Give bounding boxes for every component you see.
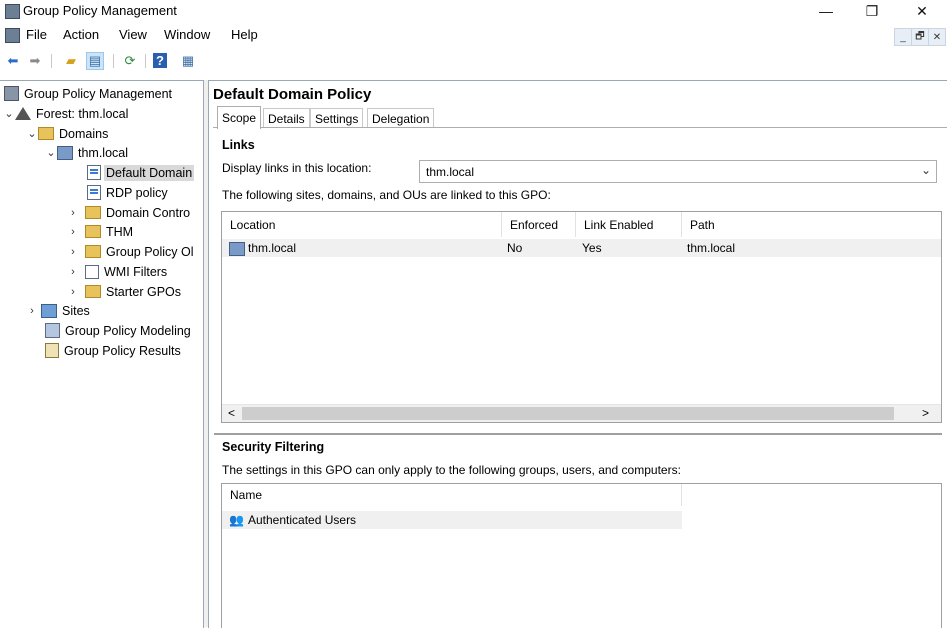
- close-button[interactable]: ✕: [899, 0, 945, 22]
- links-section-title: Links: [222, 138, 255, 152]
- tree-item-thm[interactable]: › THM: [67, 222, 133, 241]
- menu-window[interactable]: Window: [164, 27, 210, 42]
- security-filtering-table: Name 👥 Authenticated Users: [221, 483, 942, 628]
- window-title: Group Policy Management: [23, 3, 177, 18]
- gpo-details-pane: Default Domain Policy Scope Details Sett…: [208, 80, 947, 628]
- forward-arrow-icon[interactable]: ➡: [26, 52, 44, 70]
- chevron-right-icon[interactable]: ›: [67, 246, 79, 258]
- chevron-right-icon[interactable]: ›: [67, 207, 79, 219]
- mdi-minimize-button[interactable]: _: [894, 28, 912, 46]
- gpo-title: Default Domain Policy: [213, 86, 372, 103]
- tab-underline: [213, 127, 947, 128]
- tab-delegation[interactable]: Delegation: [367, 108, 435, 128]
- tree-item-group-policy-objects[interactable]: › Group Policy Ol: [67, 242, 193, 261]
- domains-folder-icon: [38, 127, 54, 140]
- row-location: thm.local: [248, 241, 297, 255]
- column-header-path[interactable]: Path: [682, 212, 941, 237]
- chevron-right-icon[interactable]: ›: [67, 226, 79, 238]
- back-arrow-icon[interactable]: ⬅: [4, 52, 22, 70]
- up-folder-icon[interactable]: ▰: [62, 52, 80, 70]
- show-hide-console-tree-icon[interactable]: ▤: [86, 52, 104, 70]
- security-filtering-description: The settings in this GPO can only apply …: [222, 463, 681, 477]
- gpo-link-icon: [87, 165, 101, 180]
- gpo-folder-icon: [85, 245, 101, 258]
- chevron-down-icon[interactable]: ⌄: [26, 127, 38, 140]
- domain-icon: [229, 242, 245, 256]
- menu-bar: File Action View Window Help: [0, 24, 947, 46]
- horizontal-scrollbar[interactable]: < >: [222, 404, 941, 422]
- menu-action[interactable]: Action: [63, 27, 99, 42]
- ou-folder-icon: [85, 206, 101, 219]
- chevron-right-icon[interactable]: ›: [26, 305, 38, 317]
- column-header-name[interactable]: Name: [222, 484, 682, 506]
- scrollbar-thumb[interactable]: [242, 407, 894, 420]
- tree-item-sites[interactable]: › Sites: [26, 301, 90, 320]
- toolbar-separator: [145, 54, 146, 68]
- results-icon: [45, 343, 59, 358]
- row-link-enabled: Yes: [582, 241, 602, 255]
- column-header-location[interactable]: Location: [222, 212, 502, 237]
- tree-item-rdp-policy[interactable]: RDP policy: [87, 183, 168, 202]
- menu-help[interactable]: Help: [231, 27, 258, 42]
- tree-item-domains[interactable]: ⌄ Domains: [26, 124, 108, 143]
- ou-folder-icon: [85, 225, 101, 238]
- tree-item-domain-controllers[interactable]: › Domain Contro: [67, 203, 190, 222]
- tree-item-thm-local[interactable]: ⌄ thm.local: [45, 143, 128, 162]
- scroll-left-arrow-icon[interactable]: <: [228, 406, 235, 420]
- toolbar-separator: [51, 54, 52, 68]
- links-description: The following sites, domains, and OUs ar…: [222, 188, 551, 202]
- menu-view[interactable]: View: [119, 27, 147, 42]
- tree-item-forest[interactable]: ⌄ Forest: thm.local: [3, 104, 128, 123]
- menu-file[interactable]: File: [26, 27, 47, 42]
- chevron-down-icon[interactable]: ⌄: [3, 107, 15, 120]
- row-enforced: No: [507, 241, 523, 255]
- chevron-down-icon[interactable]: ⌄: [45, 146, 57, 159]
- restore-button[interactable]: ❐: [849, 0, 895, 22]
- chevron-down-icon[interactable]: ⌄: [921, 163, 931, 177]
- sites-icon: [41, 303, 57, 318]
- tab-scope[interactable]: Scope: [217, 106, 262, 129]
- forest-icon: [15, 107, 31, 120]
- minimize-button[interactable]: —: [803, 0, 849, 22]
- properties-icon[interactable]: ▦: [179, 52, 197, 70]
- gpmc-app-icon: [5, 4, 20, 19]
- row-name: Authenticated Users: [248, 513, 357, 527]
- toolbar: ⬅ ➡ ▰ ▤ ⟳ ? ▦: [0, 48, 947, 74]
- row-path: thm.local: [687, 241, 736, 255]
- mdi-restore-button[interactable]: 🗗: [911, 28, 929, 46]
- tab-details[interactable]: Details: [263, 108, 310, 128]
- gpmc-icon: [4, 86, 19, 101]
- mmc-document-icon[interactable]: [5, 28, 20, 43]
- tab-settings[interactable]: Settings: [310, 108, 364, 128]
- chevron-right-icon[interactable]: ›: [67, 286, 79, 298]
- column-header-enforced[interactable]: Enforced: [502, 212, 576, 237]
- links-table: Location Enforced Link Enabled Path thm.…: [221, 211, 942, 423]
- tree-item-wmi-filters[interactable]: › WMI Filters: [67, 262, 167, 281]
- gpo-link-icon: [87, 185, 101, 200]
- security-filtering-title: Security Filtering: [222, 440, 325, 454]
- links-location-value: thm.local: [426, 165, 475, 179]
- title-bar: Group Policy Management — ❐ ✕: [0, 0, 947, 22]
- tree-item-group-policy-modeling[interactable]: Group Policy Modeling: [45, 321, 191, 340]
- section-divider[interactable]: [214, 433, 942, 435]
- users-group-icon: 👥: [229, 513, 244, 527]
- tree-item-starter-gpos[interactable]: › Starter GPOs: [67, 282, 181, 301]
- chevron-right-icon[interactable]: ›: [67, 266, 79, 278]
- modeling-icon: [45, 323, 60, 338]
- starter-gpo-icon: [85, 285, 101, 298]
- help-icon[interactable]: ?: [153, 53, 167, 68]
- mdi-close-button[interactable]: ✕: [928, 28, 946, 46]
- scroll-right-arrow-icon[interactable]: >: [922, 406, 929, 420]
- console-tree: Group Policy Management ⌄ Forest: thm.lo…: [0, 80, 204, 628]
- toolbar-separator: [113, 54, 114, 68]
- domain-icon: [57, 145, 73, 160]
- tree-item-group-policy-results[interactable]: Group Policy Results: [45, 341, 181, 360]
- wmi-filter-icon: [85, 264, 99, 279]
- refresh-icon[interactable]: ⟳: [121, 52, 139, 70]
- links-location-dropdown[interactable]: thm.local ⌄: [419, 160, 937, 183]
- tree-item-default-domain-policy[interactable]: Default Domain: [87, 163, 195, 182]
- display-links-label: Display links in this location:: [222, 161, 372, 175]
- column-header-link-enabled[interactable]: Link Enabled: [576, 212, 682, 237]
- tree-item-group-policy-management[interactable]: Group Policy Management: [4, 84, 172, 103]
